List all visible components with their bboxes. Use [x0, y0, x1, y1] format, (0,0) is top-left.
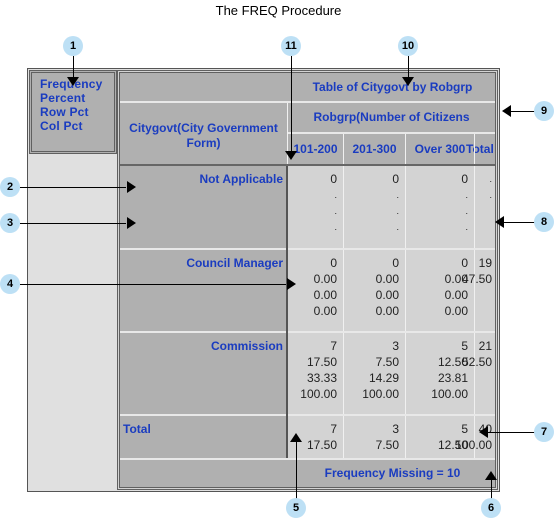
cell-value: 0.00	[375, 304, 399, 318]
arrowhead-icon	[402, 77, 414, 86]
cell-value: 0.00	[375, 288, 399, 302]
cell-value: 3	[392, 339, 399, 353]
callout-1: 1	[63, 36, 83, 56]
arrowhead-icon	[127, 181, 136, 193]
cell-value: 19	[478, 256, 492, 270]
row-variable-label: Citygovt(City Government Form)	[129, 121, 278, 150]
cell-value: .	[334, 222, 337, 232]
arrowhead-icon	[485, 471, 497, 480]
cell-value: 7	[330, 339, 337, 353]
callout-3: 3	[0, 213, 20, 233]
arrowhead-icon	[67, 77, 79, 86]
row-header-commission: Commission	[120, 333, 287, 414]
table-cell: 0 0.00 0.00 0.00	[288, 250, 343, 331]
column-header-201-300: 201-300	[344, 134, 405, 164]
cell-value: 7.50	[375, 355, 399, 369]
frequency-missing: Frequency Missing = 10	[120, 460, 495, 487]
row-header-council-manager: Council Manager	[120, 250, 287, 331]
callout-2: 2	[0, 177, 20, 197]
table-cell: 3 7.50	[344, 416, 405, 458]
arrowhead-icon	[495, 216, 504, 228]
cell-value: 100.00	[300, 387, 337, 401]
cell-value: .	[396, 222, 399, 232]
callout-line	[291, 56, 292, 154]
cell-value: 14.29	[368, 371, 399, 385]
page-title: The FREQ Procedure	[215, 3, 342, 18]
table-cell: 19 47.50	[452, 250, 496, 331]
table-title: Table of Citygovt by Robgrp	[120, 73, 495, 101]
callout-6: 6	[481, 498, 501, 518]
cell-value: 0	[392, 172, 399, 186]
cell-value: .	[334, 206, 337, 216]
arrowhead-icon	[502, 105, 511, 117]
table-cell: 3 7.50 14.29 100.00	[344, 333, 405, 414]
row-variable-header: Citygovt(City Government Form)	[120, 103, 287, 165]
cell-value: 0	[330, 172, 337, 186]
cell-value: .	[489, 190, 492, 200]
table-cell: ..	[452, 166, 496, 248]
callout-7: 7	[534, 422, 554, 442]
row-header-total: Total	[120, 416, 287, 458]
table-cell: 0 0.00 0.00 0.00	[344, 250, 405, 331]
legend-col-pct: Col Pct	[40, 119, 83, 133]
callout-line	[20, 223, 126, 224]
callout-9: 9	[534, 101, 554, 121]
arrowhead-icon	[287, 278, 296, 290]
cell-value: 7.50	[375, 438, 399, 452]
cell-value: 0.00	[313, 304, 337, 318]
cell-value: 0	[330, 256, 337, 270]
cell-value: 3	[392, 422, 399, 436]
callout-5: 5	[286, 498, 306, 518]
column-header-total-label: Total	[466, 142, 494, 156]
callout-4: 4	[0, 274, 20, 294]
cell-value: 21	[478, 339, 492, 353]
callout-11: 11	[281, 36, 301, 56]
cell-value: .	[334, 190, 337, 200]
cell-value: .	[396, 190, 399, 200]
cell-value: 52.50	[461, 355, 492, 369]
legend-row-pct: Row Pct	[40, 105, 89, 119]
callout-line	[20, 284, 286, 285]
cell-value: 0	[392, 256, 399, 270]
table-cell: 0...	[344, 166, 405, 248]
legend-percent: Percent	[40, 91, 86, 105]
cell-value: .	[489, 174, 492, 184]
cell-value: 47.50	[461, 272, 492, 286]
table-cell: 40 100.00	[452, 416, 496, 458]
table-cell: 21 52.50	[452, 333, 496, 414]
arrowhead-icon	[127, 217, 136, 229]
cell-value: 100.00	[455, 438, 492, 452]
column-variable-header: Robgrp(Number of Citizens Robbed)	[288, 103, 495, 153]
cell-value: 33.33	[306, 371, 337, 385]
callout-line	[20, 187, 126, 188]
cell-value: 17.50	[306, 355, 337, 369]
table-cell: 7 17.50 33.33 100.00	[288, 333, 343, 414]
column-header-over-300: Over 300	[406, 134, 474, 164]
callout-10: 10	[398, 36, 418, 56]
callout-8: 8	[534, 212, 554, 232]
arrowhead-icon	[290, 433, 302, 442]
arrowhead-icon	[285, 151, 297, 160]
row-header-not-applicable: Not Applicable	[120, 166, 287, 248]
cell-value: 100.00	[362, 387, 399, 401]
table-cell: 0...	[288, 166, 343, 248]
cell-value: .	[396, 206, 399, 216]
arrowhead-icon	[479, 426, 488, 438]
cell-value: 0.00	[375, 272, 399, 286]
